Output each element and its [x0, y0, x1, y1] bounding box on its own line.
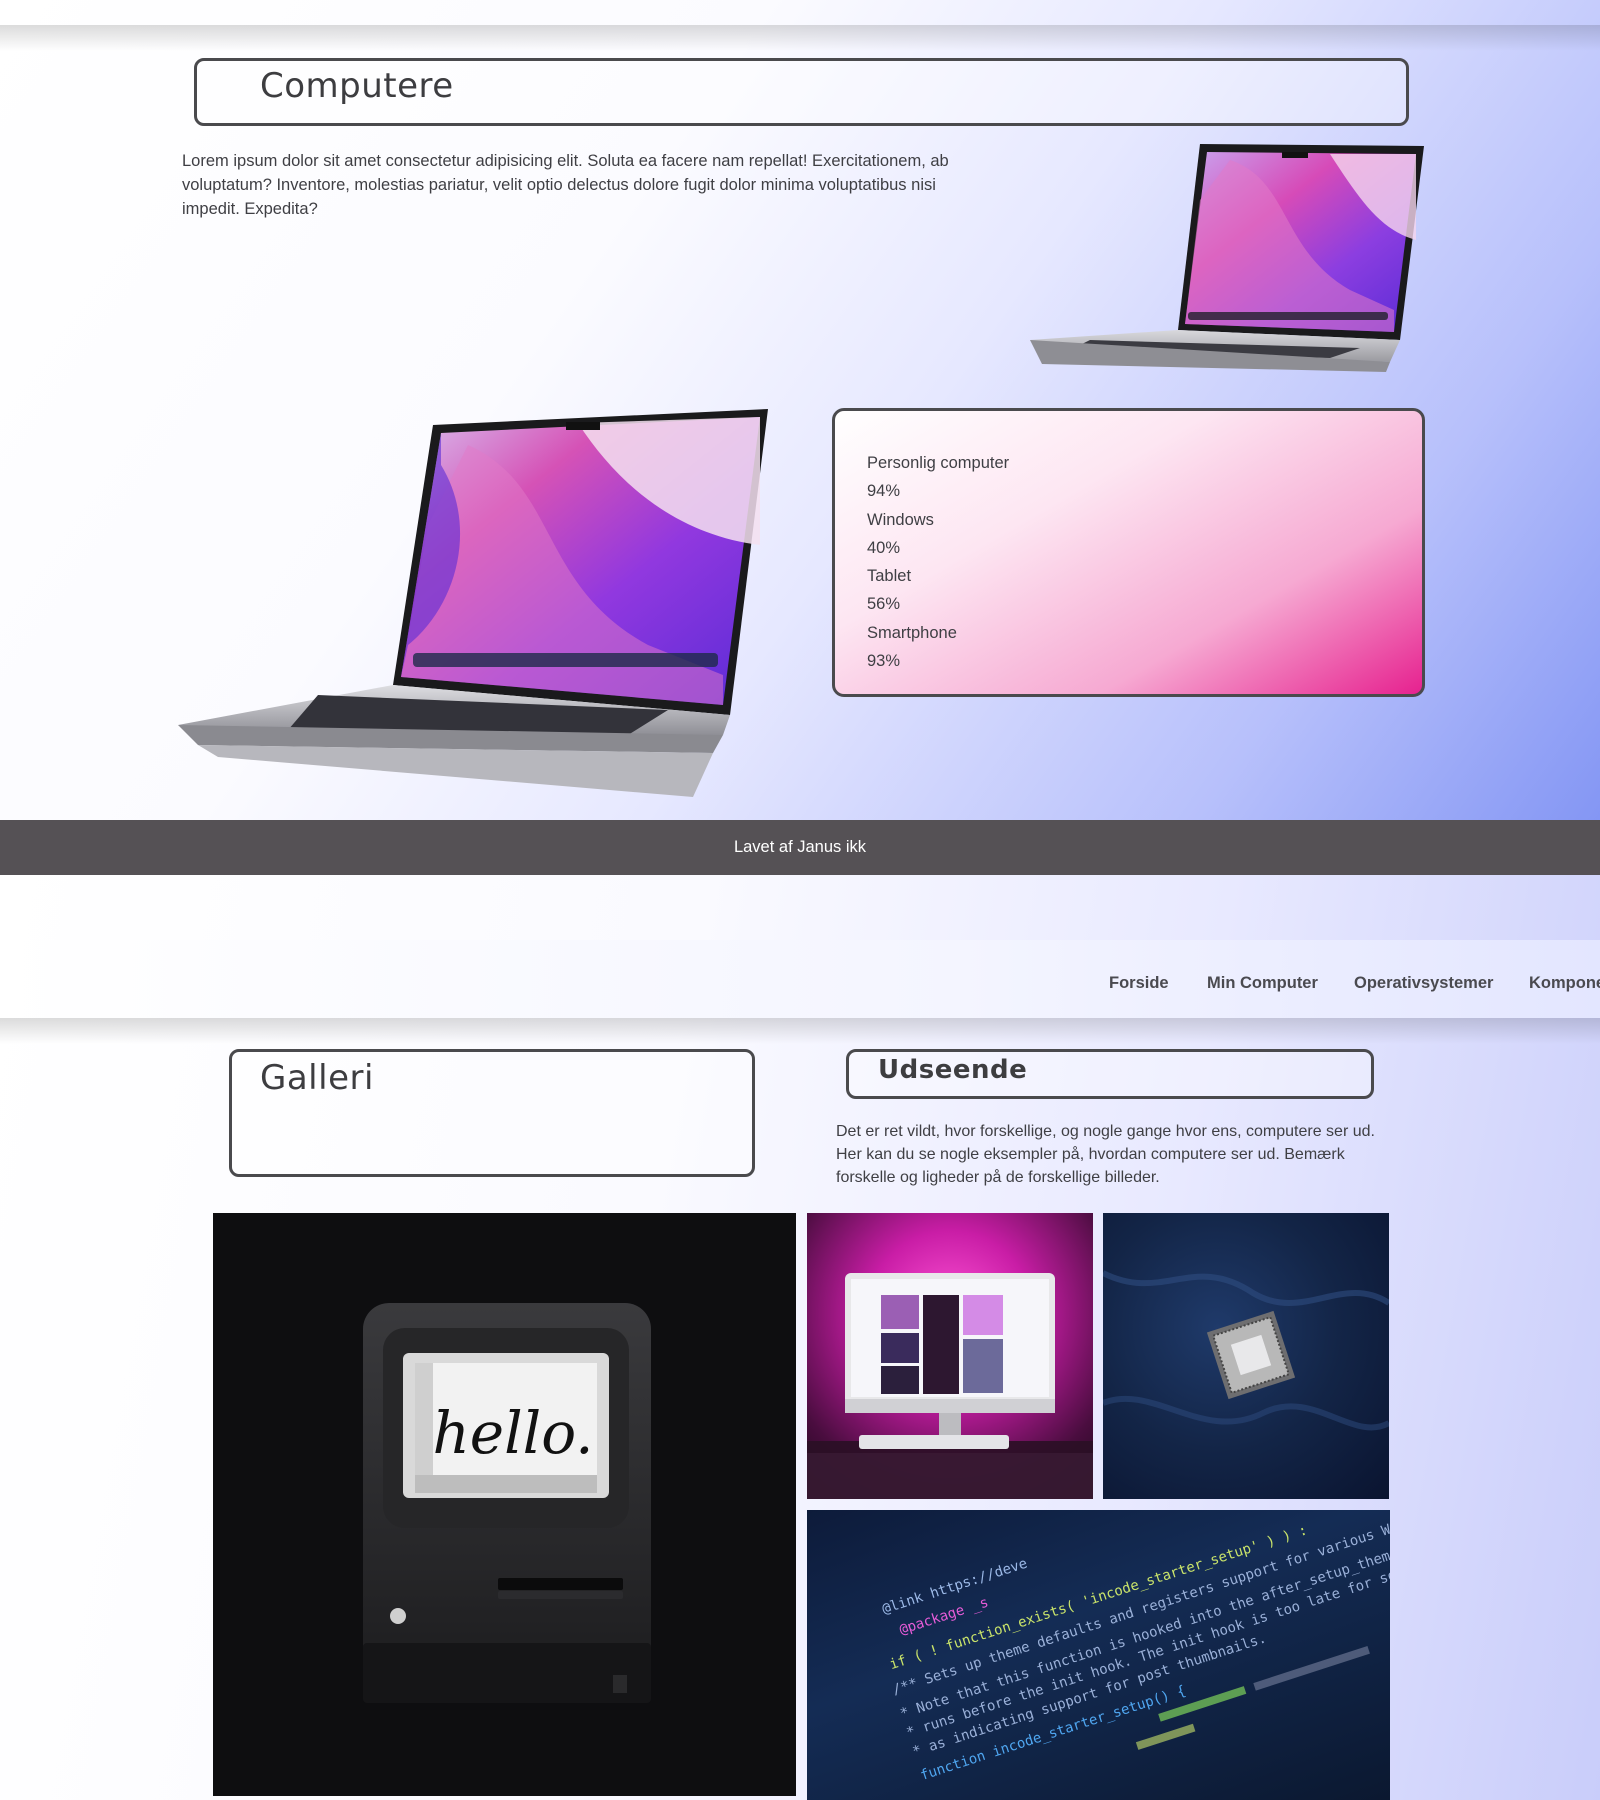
stats-list: Personlig computer 94% Windows 40% Table… — [867, 449, 1009, 675]
code-drawing: @link https://deve @package _s if ( ! fu… — [880, 1510, 1390, 1784]
stat-label-tablet: Tablet — [867, 567, 912, 586]
stat-value-tablet: 56% — [867, 595, 901, 614]
stat-label-smartphone: Smartphone — [867, 623, 957, 642]
stat-value-smartphone: 93% — [867, 652, 901, 671]
gallery-image-pink-imac — [807, 1213, 1093, 1499]
nav-item-operativsystemer[interactable]: Operativsystemer — [1354, 940, 1493, 1018]
nav-bar: Forside Min Computer Operativsystemer Ko… — [0, 940, 1600, 1018]
laptop-image-large — [178, 409, 768, 797]
classic-mac-drawing: hello. — [363, 1303, 651, 1703]
udseende-paragraph: Det er ret vildt, hvor forskellige, og n… — [836, 1123, 1375, 1186]
nav-shadow — [0, 1018, 1600, 1044]
nav-item-komponenter[interactable]: Kompone — [1529, 940, 1600, 1018]
gallery-image-code: @link https://deve @package _s if ( ! fu… — [807, 1510, 1390, 1800]
footer: Lavet af Janus ikk — [0, 820, 1600, 875]
computere-section: Computere Lorem ipsum dolor sit amet con… — [0, 0, 1600, 875]
laptop-image-small — [1030, 144, 1424, 372]
galleri-title: Galleri — [260, 1058, 374, 1098]
cpu-chip-drawing — [1103, 1270, 1389, 1431]
nav-item-min-computer[interactable]: Min Computer — [1207, 940, 1318, 1018]
stat-label-windows: Windows — [867, 510, 934, 529]
header-shadow — [0, 25, 1600, 51]
udseende-title: Udseende — [878, 1055, 1028, 1085]
page-title: Computere — [260, 66, 454, 106]
footer-text: Lavet af Janus ikk — [733, 838, 867, 856]
stat-value-windows: 40% — [867, 538, 901, 557]
stat-label-personlig-computer: Personlig computer — [867, 454, 1010, 472]
gallery-image-classic-mac: hello. — [213, 1213, 796, 1796]
nav-item-forside[interactable]: Forside — [1109, 940, 1169, 1018]
computere-paragraph: Lorem ipsum dolor sit amet consectetur a… — [182, 152, 949, 218]
stats-box: Personlig computer 94% Windows 40% Table… — [832, 408, 1425, 697]
mac-screen-hello-text: hello. — [432, 1399, 593, 1467]
pink-imac-drawing — [807, 1273, 1093, 1499]
stat-value-personlig-computer: 94% — [867, 482, 901, 501]
gallery-image-cpu-chip — [1103, 1213, 1389, 1499]
